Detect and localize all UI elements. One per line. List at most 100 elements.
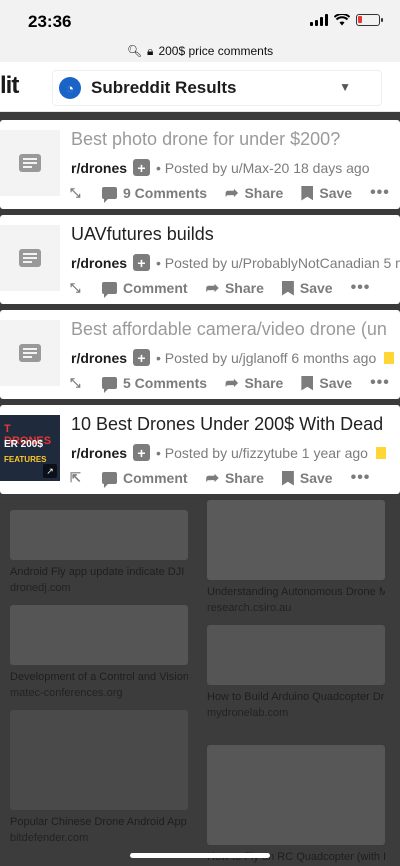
share-button[interactable]: ➦ Share xyxy=(206,278,264,298)
share-button[interactable]: ➦ Share xyxy=(225,183,283,203)
result-source: mydronelab.com xyxy=(207,707,289,719)
bookmark-icon xyxy=(281,470,294,486)
url-bar[interactable]: 🔍︎ 🔒︎ 200$ price comments xyxy=(0,40,400,62)
save-label: Save xyxy=(299,280,333,296)
save-button[interactable]: Save xyxy=(301,185,352,201)
cellular-signal-icon xyxy=(310,14,328,26)
expand-icon: ⤡ xyxy=(70,280,81,295)
share-button[interactable]: ➦ Share xyxy=(225,373,283,393)
more-options-icon[interactable]: ••• xyxy=(370,374,390,392)
post-meta: r/drones + • Posted by u/ProbablyNotCana… xyxy=(71,254,400,271)
post-thumbnail[interactable] xyxy=(0,225,60,291)
comment-icon xyxy=(102,187,117,203)
result-card: Development of a Control and Vision I...… xyxy=(10,605,188,699)
expand-icon: ⤡ xyxy=(70,375,81,390)
save-button[interactable]: Save xyxy=(281,280,333,296)
post-thumbnail[interactable] xyxy=(0,320,60,386)
share-label: Share xyxy=(244,185,284,201)
thumbnail-text: ER 200$ xyxy=(4,439,43,450)
subreddit-link[interactable]: r/drones xyxy=(71,445,127,461)
post-meta: r/drones + • Posted by u/fizzytube 1 yea… xyxy=(71,444,386,461)
result-source: matec-conferences.org xyxy=(10,687,123,699)
reddit-header: lit ◔ Subreddit Results ▼ xyxy=(0,62,400,112)
community-icon: ◔ xyxy=(59,77,81,99)
post-actions: ⇱ Comment ➦ Share Save ••• xyxy=(70,468,370,488)
comments-button[interactable]: 5 Comments xyxy=(102,375,208,393)
comments-label: 9 Comments xyxy=(123,185,208,201)
search-icon: 🔍︎ xyxy=(126,44,143,58)
post-card[interactable]: Best photo drone for under $200? r/drone… xyxy=(0,120,400,209)
chevron-down-icon: ▼ xyxy=(339,80,351,94)
result-thumbnail xyxy=(207,500,385,580)
expand-button[interactable]: ⤡ xyxy=(70,376,84,390)
post-title[interactable]: Best affordable camera/video drone (un xyxy=(71,319,400,340)
more-options-icon[interactable]: ••• xyxy=(351,279,371,297)
join-button[interactable]: + xyxy=(133,254,151,271)
lock-icon: 🔒︎ xyxy=(147,43,154,58)
open-link-button[interactable]: ⇱ xyxy=(70,471,84,485)
comments-label: Comment xyxy=(123,470,188,486)
comments-button[interactable]: Comment xyxy=(102,280,188,298)
subreddit-link[interactable]: r/drones xyxy=(71,350,127,366)
comments-label: 5 Comments xyxy=(123,375,208,391)
comments-button[interactable]: Comment xyxy=(102,470,188,488)
post-thumbnail[interactable] xyxy=(0,130,60,196)
save-label: Save xyxy=(319,185,353,201)
post-title[interactable]: 10 Best Drones Under 200$ With Dead xyxy=(71,414,400,435)
text-post-icon xyxy=(19,154,41,172)
save-button[interactable]: Save xyxy=(301,375,352,391)
save-label: Save xyxy=(319,375,353,391)
more-options-icon[interactable]: ••• xyxy=(351,469,371,487)
share-label: Share xyxy=(224,280,264,296)
bookmark-icon xyxy=(301,185,314,201)
post-title[interactable]: Best photo drone for under $200? xyxy=(71,129,400,150)
post-actions: ⤡ 9 Comments ➦ Share Save ••• xyxy=(70,183,390,203)
posted-by: • Posted by u/fizzytube 1 year ago xyxy=(156,444,368,461)
text-post-icon xyxy=(19,344,41,362)
expand-button[interactable]: ⤡ xyxy=(70,281,84,295)
background-search-results: Android Fly app update indicate DJI F...… xyxy=(0,500,400,866)
more-options-icon[interactable]: ••• xyxy=(370,184,390,202)
home-indicator[interactable] xyxy=(130,853,270,858)
external-link-icon: ↗ xyxy=(43,464,57,478)
comment-icon xyxy=(102,282,117,298)
comments-label: Comment xyxy=(123,280,188,296)
result-card: Understanding Autonomous Drone M... rese… xyxy=(207,500,385,614)
result-card: Android Fly app update indicate DJI F...… xyxy=(10,510,188,594)
save-label: Save xyxy=(299,470,333,486)
text-post-icon xyxy=(19,249,41,267)
reddit-logo[interactable]: lit xyxy=(0,72,19,100)
result-title: Understanding Autonomous Drone M... xyxy=(207,586,385,598)
result-card: How to Build Arduino Quadcopter Dr... my… xyxy=(207,625,385,719)
comments-button[interactable]: 9 Comments xyxy=(102,185,208,203)
share-icon: ➦ xyxy=(225,375,239,392)
share-button[interactable]: ➦ Share xyxy=(206,468,264,488)
save-button[interactable]: Save xyxy=(281,470,333,486)
post-card[interactable]: UAVfutures builds r/drones + • Posted by… xyxy=(0,215,400,304)
status-icons xyxy=(310,14,383,26)
award-icon xyxy=(375,446,386,459)
bookmark-icon xyxy=(281,280,294,296)
post-meta: r/drones + • Posted by u/jglanoff 6 mont… xyxy=(71,349,395,366)
post-thumbnail-image[interactable]: T DRONES ER 200$ FEATURES ↗ xyxy=(0,415,60,481)
subreddit-link[interactable]: r/drones xyxy=(71,255,127,271)
thumbnail-text: FEATURES xyxy=(4,455,47,464)
join-button[interactable]: + xyxy=(133,349,151,366)
share-icon: ➦ xyxy=(205,470,219,487)
post-card[interactable]: T DRONES ER 200$ FEATURES ↗ 10 Best Dron… xyxy=(0,405,400,494)
join-button[interactable]: + xyxy=(133,444,151,461)
expand-button[interactable]: ⤡ xyxy=(70,186,84,200)
result-thumbnail xyxy=(207,625,385,685)
subreddit-results-dropdown[interactable]: ◔ Subreddit Results ▼ xyxy=(52,70,382,106)
join-button[interactable]: + xyxy=(133,159,151,176)
bookmark-icon xyxy=(301,375,314,391)
result-title: How to Build Arduino Quadcopter Dr... xyxy=(207,691,385,703)
post-title[interactable]: UAVfutures builds xyxy=(71,224,400,245)
result-title: Android Fly app update indicate DJI F... xyxy=(10,566,188,578)
result-thumbnail xyxy=(10,710,188,810)
result-source: dronedj.com xyxy=(10,582,71,594)
post-card[interactable]: Best affordable camera/video drone (un r… xyxy=(0,310,400,399)
result-source: bitdefender.com xyxy=(10,832,89,844)
subreddit-results-label: Subreddit Results xyxy=(91,78,237,97)
subreddit-link[interactable]: r/drones xyxy=(71,160,127,176)
